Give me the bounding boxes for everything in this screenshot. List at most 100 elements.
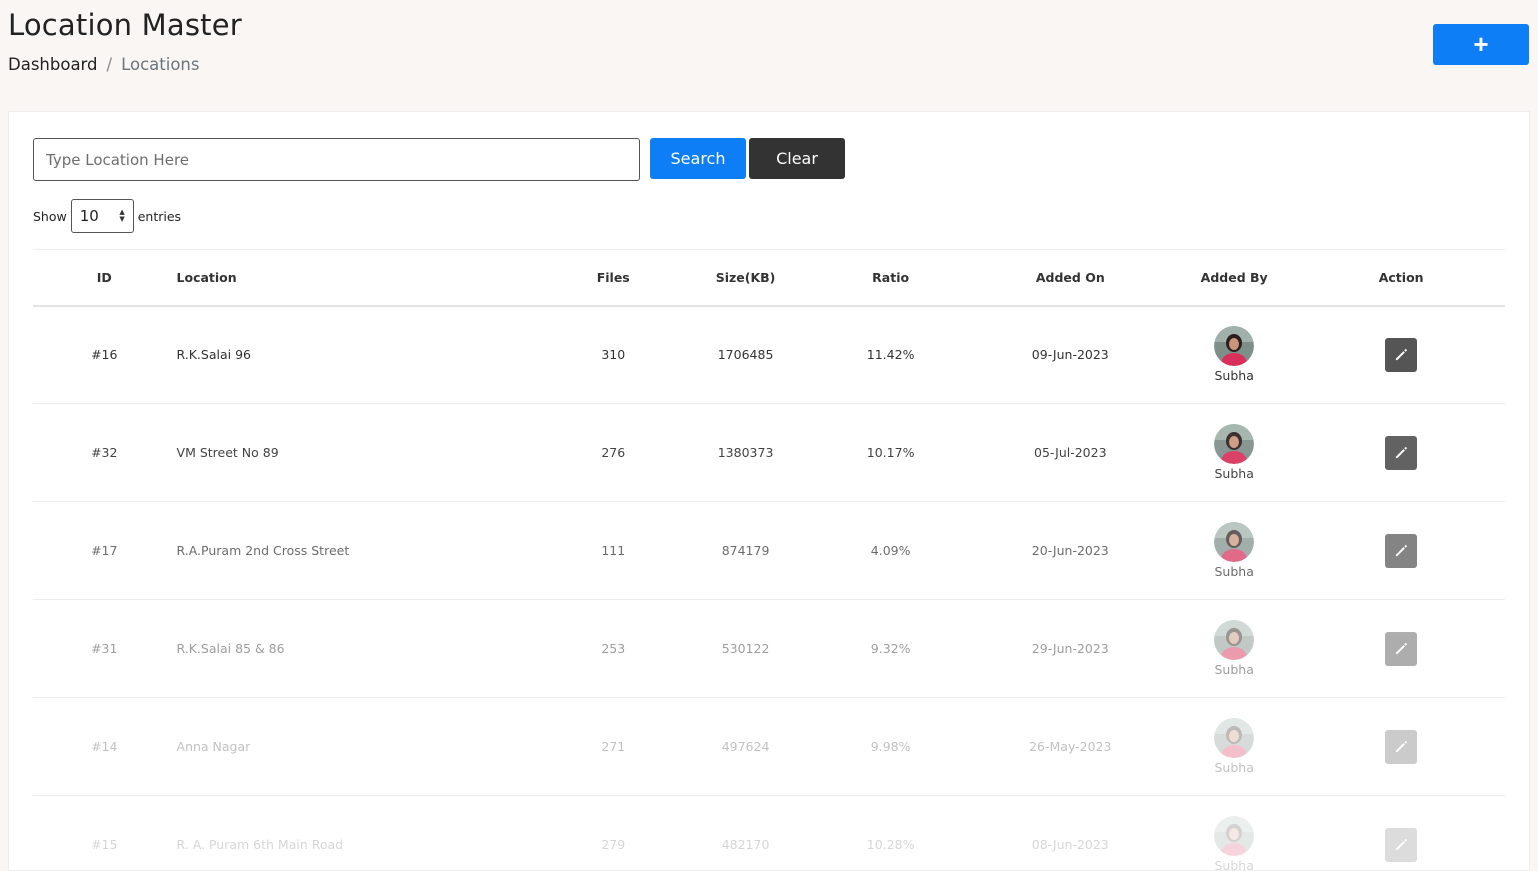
cell-id: #16 <box>33 306 176 404</box>
user-avatar <box>1214 522 1254 562</box>
user-name: Subha <box>1214 760 1253 775</box>
entries-selected-value: 10 <box>80 207 99 225</box>
cell-ratio: 10.17% <box>812 404 970 502</box>
cell-id: #17 <box>33 502 176 600</box>
avatar <box>1214 816 1254 856</box>
plus-icon: + <box>1473 29 1488 59</box>
cell-size: 482170 <box>679 796 811 871</box>
edit-button[interactable] <box>1385 632 1417 666</box>
table-row: #15 R. A. Puram 6th Main Road 279 482170… <box>33 796 1505 871</box>
cell-files: 279 <box>547 796 679 871</box>
cell-id: #32 <box>33 404 176 502</box>
user-name: Subha <box>1214 858 1253 871</box>
breadcrumb-dashboard-link[interactable]: Dashboard <box>8 55 98 74</box>
column-header-location[interactable]: Location <box>176 250 548 306</box>
cell-location: R.K.Salai 96 <box>176 306 548 404</box>
cell-size: 497624 <box>679 698 811 796</box>
cell-location: R.A.Puram 2nd Cross Street <box>176 502 548 600</box>
column-header-added-on[interactable]: Added On <box>970 250 1172 306</box>
pencil-icon <box>1394 739 1409 754</box>
user-name: Subha <box>1214 564 1253 579</box>
table-row: #17 R.A.Puram 2nd Cross Street 111 87417… <box>33 502 1505 600</box>
cell-location: R. A. Puram 6th Main Road <box>176 796 548 871</box>
column-header-id[interactable]: ID <box>33 250 176 306</box>
added-by-user: Subha <box>1172 424 1296 481</box>
show-label: Show <box>33 209 67 224</box>
cell-added-on: 05-Jul-2023 <box>970 404 1172 502</box>
cell-added-by: Subha <box>1171 306 1297 404</box>
cell-added-on: 20-Jun-2023 <box>970 502 1172 600</box>
cell-id: #31 <box>33 600 176 698</box>
added-by-user: Subha <box>1172 326 1296 383</box>
cell-action <box>1297 600 1505 698</box>
column-header-action: Action <box>1297 250 1505 306</box>
locations-card: Search Clear Show 10 ▲▼ entries ID Locat… <box>8 111 1530 871</box>
entries-label: entries <box>138 209 181 224</box>
cell-size: 530122 <box>679 600 811 698</box>
breadcrumb: Dashboard / Locations <box>8 55 199 74</box>
cell-action <box>1297 404 1505 502</box>
user-avatar <box>1214 620 1254 660</box>
added-by-user: Subha <box>1172 522 1296 579</box>
avatar <box>1214 326 1254 366</box>
user-avatar <box>1214 424 1254 464</box>
user-avatar <box>1214 326 1254 366</box>
table-row: #16 R.K.Salai 96 310 1706485 11.42% 09-J… <box>33 306 1505 404</box>
edit-button[interactable] <box>1385 436 1417 470</box>
column-header-files[interactable]: Files <box>547 250 679 306</box>
edit-button[interactable] <box>1385 338 1417 372</box>
chevron-up-down-icon: ▲▼ <box>119 209 124 223</box>
cell-size: 1380373 <box>679 404 811 502</box>
cell-action <box>1297 306 1505 404</box>
clear-button[interactable]: Clear <box>749 138 845 179</box>
avatar <box>1214 620 1254 660</box>
cell-location: R.K.Salai 85 & 86 <box>176 600 548 698</box>
table-row: #31 R.K.Salai 85 & 86 253 530122 9.32% 2… <box>33 600 1505 698</box>
locations-table-wrapper: ID Location Files Size(KB) Ratio Added O… <box>33 249 1505 871</box>
avatar <box>1214 424 1254 464</box>
location-search-input[interactable] <box>33 138 640 181</box>
cell-action <box>1297 796 1505 871</box>
cell-id: #14 <box>33 698 176 796</box>
pencil-icon <box>1394 641 1409 656</box>
cell-files: 111 <box>547 502 679 600</box>
entries-per-page-select[interactable]: 10 ▲▼ <box>71 199 134 233</box>
pencil-icon <box>1394 347 1409 362</box>
cell-files: 271 <box>547 698 679 796</box>
cell-files: 276 <box>547 404 679 502</box>
cell-action <box>1297 698 1505 796</box>
cell-added-by: Subha <box>1171 600 1297 698</box>
cell-added-by: Subha <box>1171 404 1297 502</box>
cell-added-on: 08-Jun-2023 <box>970 796 1172 871</box>
cell-added-on: 26-May-2023 <box>970 698 1172 796</box>
pencil-icon <box>1394 543 1409 558</box>
table-header-row: ID Location Files Size(KB) Ratio Added O… <box>33 250 1505 306</box>
edit-button[interactable] <box>1385 730 1417 764</box>
edit-button[interactable] <box>1385 534 1417 568</box>
cell-ratio: 10.28% <box>812 796 970 871</box>
cell-files: 310 <box>547 306 679 404</box>
cell-id: #15 <box>33 796 176 871</box>
cell-location: VM Street No 89 <box>176 404 548 502</box>
user-name: Subha <box>1214 466 1253 481</box>
cell-ratio: 11.42% <box>812 306 970 404</box>
locations-table: ID Location Files Size(KB) Ratio Added O… <box>33 249 1505 871</box>
column-header-size[interactable]: Size(KB) <box>679 250 811 306</box>
cell-action <box>1297 502 1505 600</box>
cell-added-by: Subha <box>1171 698 1297 796</box>
cell-ratio: 9.32% <box>812 600 970 698</box>
added-by-user: Subha <box>1172 620 1296 677</box>
column-header-added-by[interactable]: Added By <box>1171 250 1297 306</box>
search-button[interactable]: Search <box>650 138 746 179</box>
column-header-ratio[interactable]: Ratio <box>812 250 970 306</box>
cell-ratio: 4.09% <box>812 502 970 600</box>
user-avatar <box>1214 718 1254 758</box>
edit-button[interactable] <box>1385 828 1417 862</box>
add-location-button[interactable]: + <box>1433 24 1529 65</box>
pencil-icon <box>1394 445 1409 460</box>
breadcrumb-separator: / <box>107 55 113 74</box>
user-name: Subha <box>1214 368 1253 383</box>
cell-added-by: Subha <box>1171 796 1297 871</box>
avatar <box>1214 718 1254 758</box>
table-row: #14 Anna Nagar 271 497624 9.98% 26-May-2… <box>33 698 1505 796</box>
